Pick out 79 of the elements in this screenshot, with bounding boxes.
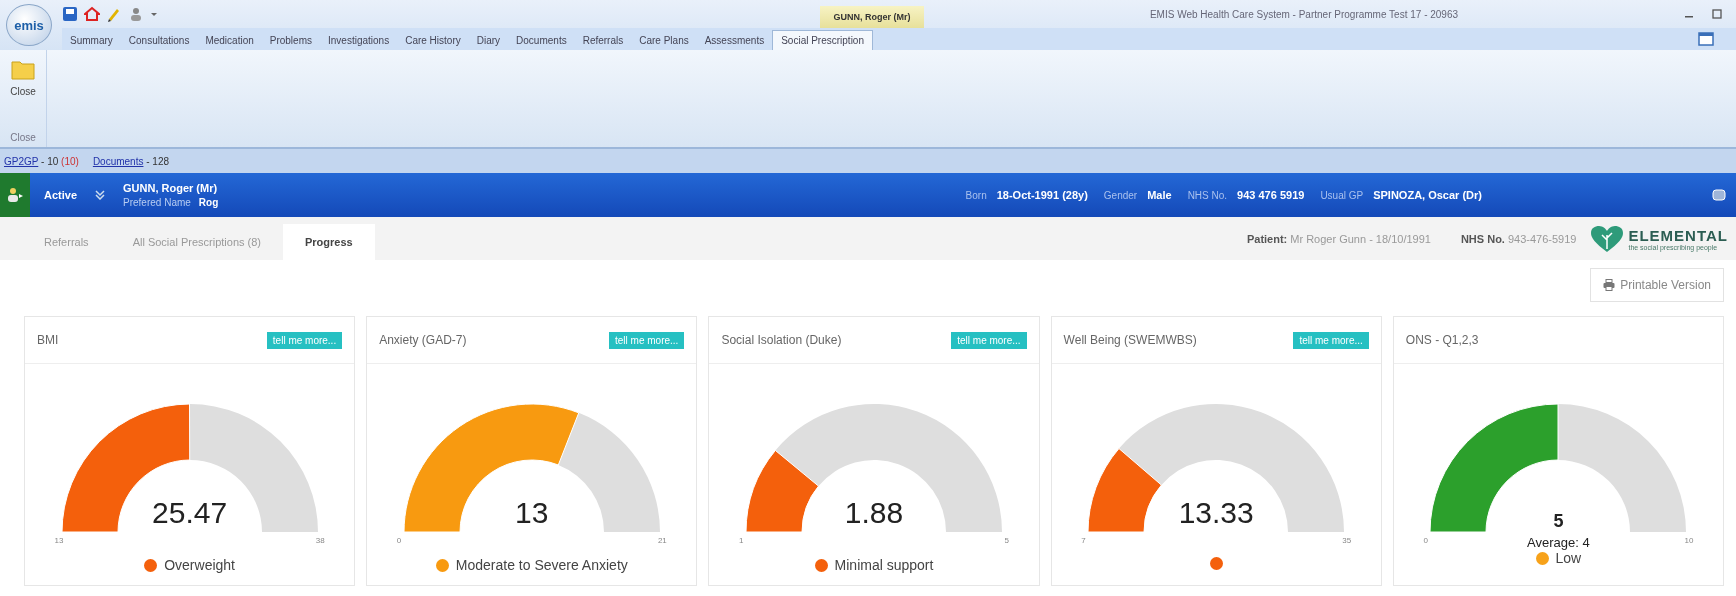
link[interactable]: Documents (92, 155, 144, 167)
field-value: Male (1147, 189, 1172, 201)
field-value: 18-Oct-1991 (28y) (996, 189, 1088, 201)
tab[interactable]: Progress (283, 224, 375, 260)
gauge-min-label: 13 (54, 536, 64, 545)
dropdown-caret-icon[interactable] (150, 10, 158, 18)
brand-name: ELEMENTAL (1628, 226, 1728, 244)
field-label: Born (965, 190, 987, 201)
gauge-value: 5 (1552, 511, 1565, 532)
home-icon[interactable] (84, 6, 100, 22)
app-logo[interactable]: emis (6, 4, 52, 46)
gauge-max-label: 5 (1004, 536, 1009, 545)
context-tab-label: GUNN, Roger (Mr) (820, 6, 924, 28)
field-label: Gender (1103, 190, 1138, 201)
window-icon[interactable] (1698, 32, 1714, 46)
gauge-value: 1.88 (843, 496, 905, 530)
card-title: Anxiety (GAD-7) (379, 333, 467, 347)
field-label: Usual GP (1320, 190, 1364, 201)
pencil-icon[interactable] (106, 6, 122, 22)
card-icon[interactable] (1712, 189, 1726, 201)
gauge-max-label: 10 (1684, 536, 1694, 545)
count-label: - 128 (146, 155, 170, 167)
status-label: Low (1555, 550, 1582, 566)
ribbon-tab[interactable]: Summary (62, 31, 121, 50)
field-value: SPINOZA, Oscar (Dr) (1373, 189, 1482, 201)
info-label: Patient: (1246, 232, 1288, 245)
ribbon-tab[interactable]: Care History (397, 31, 469, 50)
status-label: Active (44, 189, 78, 201)
ribbon-tab[interactable]: Medication (197, 31, 262, 50)
info-label: NHS No. (1460, 232, 1505, 245)
printable-version-button[interactable]: Printable Version (1590, 268, 1724, 302)
patient-name: GUNN, Roger (Mr) (123, 182, 219, 194)
status-label: Minimal support (834, 557, 934, 573)
folder-icon (11, 58, 35, 80)
ribbon-tab[interactable]: Diary (468, 31, 509, 50)
gauge-value: 13.33 (1177, 496, 1255, 530)
card-title: ONS - Q1,2,3 (1405, 333, 1479, 347)
person-icon[interactable] (128, 6, 144, 22)
group-label: Close (10, 132, 36, 143)
maximize-icon[interactable] (1712, 9, 1722, 19)
alert-count: (10) (61, 155, 79, 167)
field-value: Rog (198, 197, 219, 208)
ribbon-tab[interactable]: Referrals (574, 31, 632, 50)
gauge-value: 13 (514, 496, 550, 530)
gauge-max-label: 35 (1342, 536, 1352, 545)
ribbon-tab[interactable]: Assessments (696, 31, 773, 50)
ribbon-tab[interactable]: Care Plans (631, 31, 697, 50)
save-icon[interactable] (62, 6, 78, 22)
ribbon-tab[interactable]: Investigations (320, 31, 398, 50)
info-value: 943-476-5919 (1507, 232, 1577, 245)
gauge-min-label: 7 (1081, 536, 1086, 545)
patient-status-icon[interactable] (6, 187, 24, 203)
gauge-max-label: 21 (657, 536, 667, 545)
heart-tree-icon (1590, 224, 1625, 253)
status-label: Overweight (164, 557, 235, 573)
ribbon-tab[interactable]: Consultations (120, 31, 198, 50)
chevron-down-icon[interactable] (95, 190, 106, 200)
card-title: Social Isolation (Duke) (721, 333, 842, 347)
window-title: EMIS Web Health Care System - Partner Programme Test 17 - 20963 (1148, 8, 1460, 20)
info-value: Mr Roger Gunn - 18/10/1991 (1290, 232, 1431, 245)
card-title: BMI (37, 333, 59, 347)
count-label: - 10 (41, 155, 59, 167)
ribbon-tab[interactable]: Problems (261, 31, 320, 50)
ribbon-tab[interactable]: Documents (508, 31, 575, 50)
gauge-value: 25.47 (151, 496, 229, 530)
gauge-max-label: 38 (315, 536, 325, 545)
card-title: Well Being (SWEMWBS) (1063, 333, 1197, 347)
gauge-min-label: 0 (396, 536, 402, 545)
close-button[interactable]: Close (8, 52, 38, 103)
printer-icon (1603, 279, 1616, 291)
field-label: Prefered Name (123, 197, 191, 208)
field-label: NHS No. (1187, 190, 1228, 201)
gauge-min-label: 1 (739, 536, 744, 545)
status-label: Moderate to Severe Anxiety (455, 557, 628, 573)
average-label: Average: 4 (1527, 535, 1590, 550)
field-value: 943 476 5919 (1237, 189, 1305, 201)
ribbon-tab[interactable]: Social Prescription (772, 30, 873, 50)
gauge-min-label: 0 (1423, 536, 1428, 545)
link[interactable]: GP2GP (4, 155, 39, 167)
